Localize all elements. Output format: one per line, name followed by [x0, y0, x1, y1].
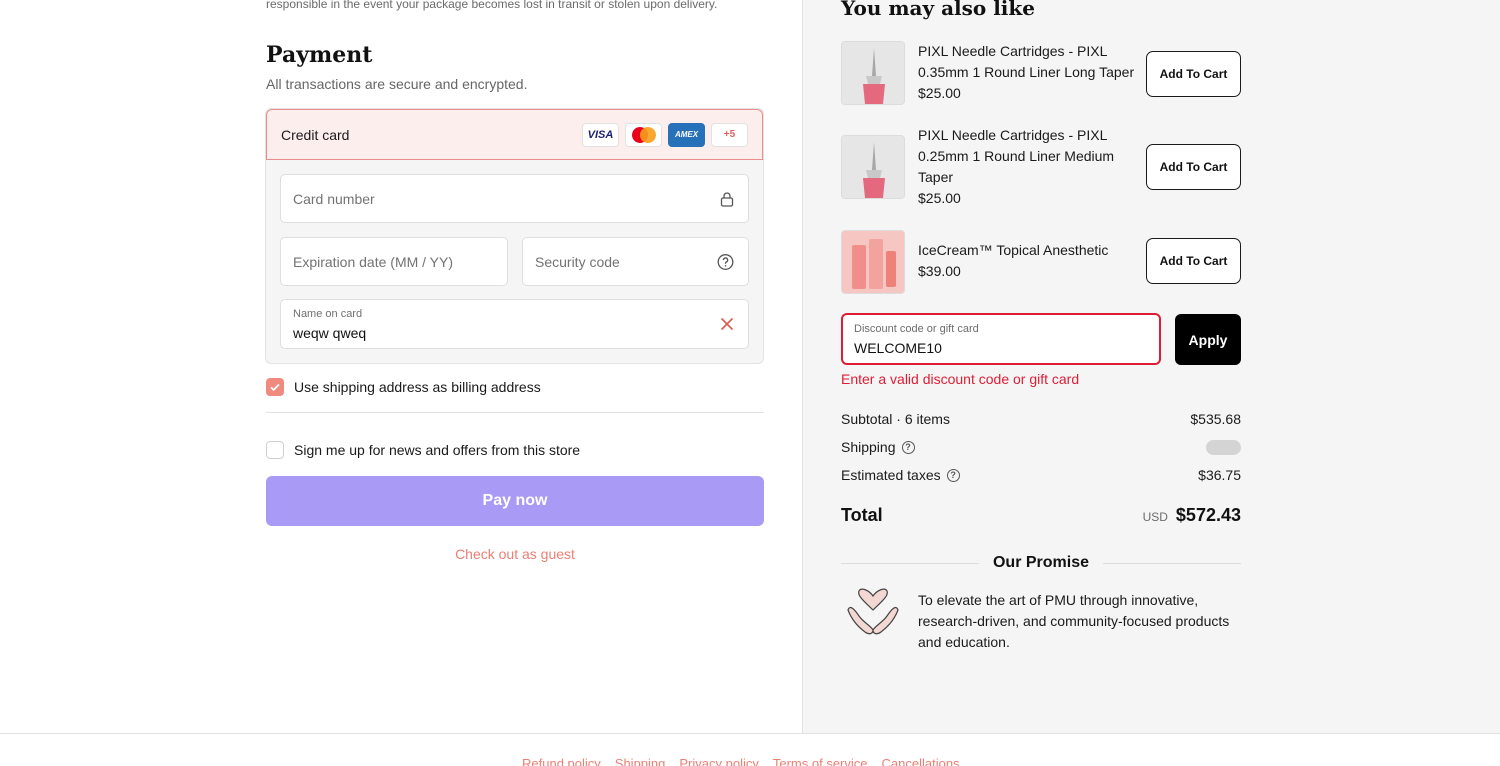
total-value: $572.43 [1175, 505, 1241, 525]
product-image[interactable] [841, 230, 905, 294]
product-name[interactable]: IceCream™ Topical Anesthetic [918, 240, 1140, 261]
add-to-cart-button[interactable]: Add To Cart [1146, 238, 1241, 284]
more-brands-badge: +5 [711, 122, 748, 147]
total-label: Total [841, 505, 883, 525]
promise-text: To elevate the art of PMU through innova… [918, 592, 1230, 650]
name-on-card-value: weqw qweq [293, 325, 367, 341]
product-price: $25.00 [918, 190, 961, 206]
question-icon[interactable] [717, 253, 734, 270]
recommendation-item: PIXL Needle Cartridges - PIXL 0.35mm 1 R… [841, 41, 1241, 107]
discount-error-message: Enter a valid discount code or gift card [841, 371, 1080, 387]
product-price: $25.00 [918, 85, 961, 101]
order-summary-panel: You may also like PIXL Needle Cartridges… [802, 0, 1500, 734]
taxes-label: Estimated taxes [841, 467, 941, 483]
taxes-info-icon[interactable]: ? [946, 468, 960, 482]
recommendation-item: IceCream™ Topical Anesthetic $39.00 Add … [841, 230, 1241, 294]
product-price: $39.00 [918, 263, 961, 279]
shipping-info-icon[interactable]: ? [901, 440, 915, 454]
checkout-as-guest-link[interactable]: Check out as guest [266, 546, 764, 562]
promise-heading: Our Promise [992, 554, 1090, 571]
product-info: PIXL Needle Cartridges - PIXL 0.35mm 1 R… [918, 41, 1140, 104]
billing-address-row[interactable]: Use shipping address as billing address [266, 378, 541, 396]
credit-card-label: Credit card [281, 126, 350, 143]
name-on-card-field[interactable]: Name on card weqw qweq [280, 299, 749, 349]
footer-link-cancellations[interactable]: Cancellations [882, 756, 960, 766]
footer: Refund policy Shipping Privacy policy Te… [0, 733, 1500, 766]
taxes-row: Estimated taxes ? $36.75 [841, 467, 1241, 483]
subtotal-label: Subtotal · 6 items [841, 411, 950, 427]
security-code-placeholder: Security code [535, 253, 620, 270]
footer-link-privacy[interactable]: Privacy policy [679, 756, 758, 766]
shipping-loading-placeholder [1206, 439, 1241, 455]
name-on-card-label: Name on card [293, 308, 363, 320]
visa-icon: VISA [582, 122, 619, 147]
check-icon [270, 383, 280, 392]
recommendations-heading: You may also like [841, 0, 1035, 20]
add-to-cart-button[interactable]: Add To Cart [1146, 51, 1241, 97]
product-image[interactable] [841, 41, 905, 105]
payment-subtitle: All transactions are secure and encrypte… [266, 76, 528, 92]
card-number-field[interactable]: Card number [280, 174, 749, 223]
credit-card-option[interactable]: Credit card VISA AMEX +5 [266, 109, 763, 160]
expiry-placeholder: Expiration date (MM / YY) [293, 253, 454, 270]
recommendation-item: PIXL Needle Cartridges - PIXL 0.25mm 1 R… [841, 125, 1241, 209]
card-number-placeholder: Card number [293, 190, 375, 207]
checkout-main: responsible in the event your package be… [0, 0, 802, 734]
delivery-notice: responsible in the event your package be… [266, 0, 718, 11]
mastercard-icon [625, 122, 662, 147]
footer-link-shipping[interactable]: Shipping [615, 756, 666, 766]
amex-icon: AMEX [668, 122, 705, 147]
footer-link-terms[interactable]: Terms of service [773, 756, 868, 766]
promise-heading-row: Our Promise [841, 554, 1241, 572]
product-name[interactable]: PIXL Needle Cartridges - PIXL 0.25mm 1 R… [918, 125, 1140, 188]
shipping-row: Shipping ? [841, 439, 1241, 455]
discount-code-value: WELCOME10 [854, 340, 942, 356]
product-name[interactable]: PIXL Needle Cartridges - PIXL 0.35mm 1 R… [918, 41, 1140, 83]
card-brand-icons: VISA AMEX +5 [582, 122, 748, 147]
billing-checkbox[interactable] [266, 378, 284, 396]
footer-links: Refund policy Shipping Privacy policy Te… [522, 756, 960, 766]
subtotal-value: $535.68 [1190, 411, 1241, 427]
lock-icon [720, 191, 734, 207]
divider [266, 412, 764, 413]
product-image[interactable] [841, 135, 905, 199]
clear-icon[interactable] [720, 317, 734, 331]
expiry-field[interactable]: Expiration date (MM / YY) [280, 237, 508, 286]
hands-heart-icon [843, 588, 903, 645]
footer-link-refund[interactable]: Refund policy [522, 756, 601, 766]
newsletter-checkbox[interactable] [266, 441, 284, 459]
payment-heading: Payment [266, 42, 373, 68]
taxes-value: $36.75 [1198, 467, 1241, 483]
currency-code: USD [1142, 510, 1168, 524]
add-to-cart-button[interactable]: Add To Cart [1146, 144, 1241, 190]
discount-code-field[interactable]: Discount code or gift card WELCOME10 [841, 313, 1161, 365]
newsletter-checkbox-label: Sign me up for news and offers from this… [294, 442, 581, 458]
product-info: PIXL Needle Cartridges - PIXL 0.25mm 1 R… [918, 125, 1140, 209]
shipping-label: Shipping [841, 439, 896, 455]
total-row: Total USD $572.43 [841, 505, 1241, 526]
pay-now-button[interactable]: Pay now [266, 476, 764, 526]
discount-code-label: Discount code or gift card [854, 323, 979, 335]
product-info: IceCream™ Topical Anesthetic $39.00 [918, 240, 1140, 282]
subtotal-row: Subtotal · 6 items $535.68 [841, 411, 1241, 427]
security-code-field[interactable]: Security code [522, 237, 749, 286]
billing-checkbox-label: Use shipping address as billing address [294, 379, 541, 395]
newsletter-row[interactable]: Sign me up for news and offers from this… [266, 441, 580, 459]
apply-discount-button[interactable]: Apply [1175, 314, 1241, 365]
